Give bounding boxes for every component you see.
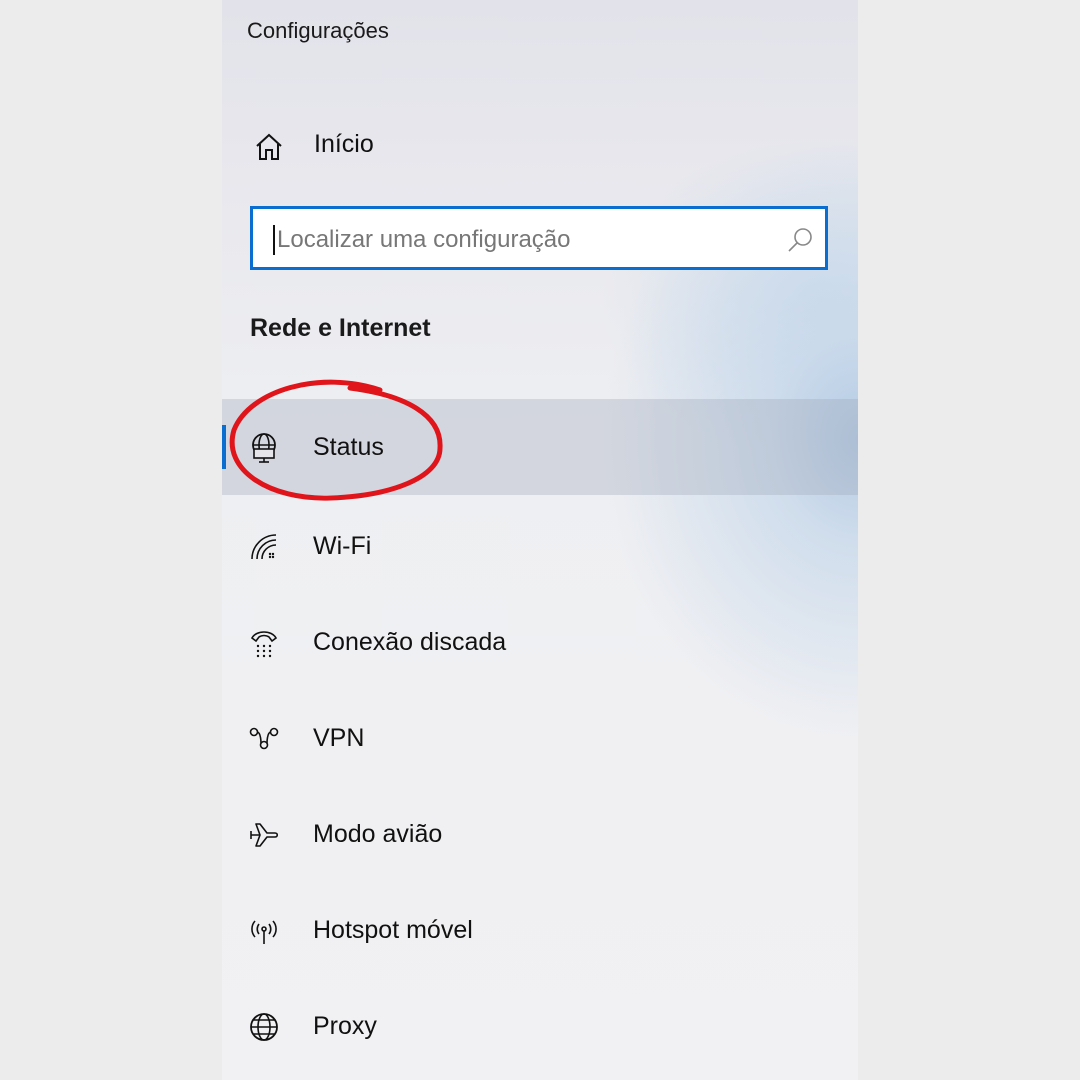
nav-item-status[interactable]: Status xyxy=(222,399,858,495)
nav-item-mobile-hotspot[interactable]: Hotspot móvel xyxy=(222,882,858,978)
nav-label: Wi-Fi xyxy=(313,532,372,560)
nav-label: VPN xyxy=(313,724,365,752)
nav-label: Hotspot móvel xyxy=(313,916,473,944)
selection-indicator xyxy=(222,425,226,469)
nav-item-airplane-mode[interactable]: Modo avião xyxy=(222,786,858,882)
home-icon xyxy=(254,132,284,162)
nav-label: Conexão discada xyxy=(313,628,507,656)
app-title: Configurações xyxy=(247,18,389,43)
search-input[interactable] xyxy=(275,217,779,263)
globe-icon xyxy=(248,1011,280,1043)
wifi-icon xyxy=(248,531,280,563)
nav-item-wifi[interactable]: Wi-Fi xyxy=(222,498,858,594)
hotspot-icon xyxy=(248,915,280,947)
nav-item-proxy[interactable]: Proxy xyxy=(222,978,858,1074)
nav-item-vpn[interactable]: VPN xyxy=(222,690,858,786)
globe-monitor-icon xyxy=(248,432,280,464)
home-button[interactable]: Início xyxy=(222,118,858,174)
nav-item-dial-up[interactable]: Conexão discada xyxy=(222,594,858,690)
settings-sidebar: Configurações Início Rede e Internet xyxy=(222,0,858,1080)
nav-label: Proxy xyxy=(313,1012,377,1040)
search-icon[interactable] xyxy=(785,225,815,255)
nav-label: Status xyxy=(313,433,384,461)
section-title: Rede e Internet xyxy=(250,314,431,342)
vpn-icon xyxy=(248,723,280,755)
nav-label: Modo avião xyxy=(313,820,443,848)
dial-up-phone-icon xyxy=(248,627,280,659)
search-box[interactable] xyxy=(250,206,828,270)
home-label: Início xyxy=(314,130,374,158)
airplane-icon xyxy=(248,819,280,851)
